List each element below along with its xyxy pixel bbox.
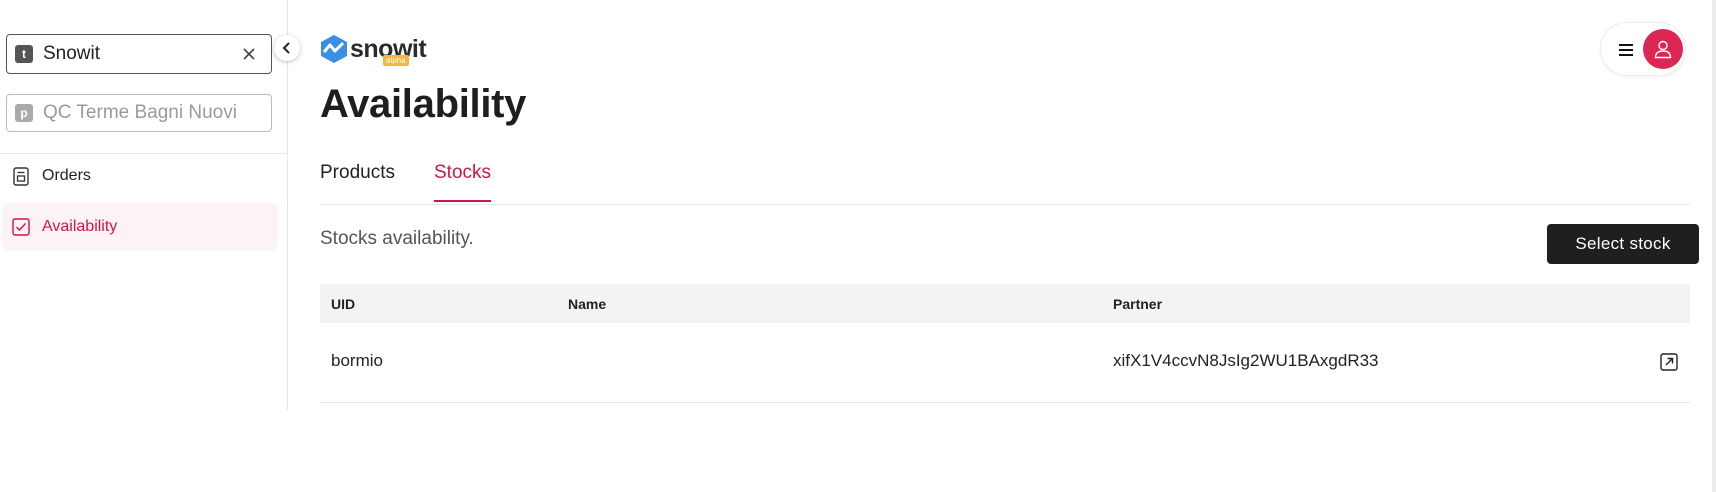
app-logo[interactable]: snowit alpha: [320, 34, 427, 66]
page: t Snowit p QC Terme Bagni Nuovi Orders A…: [0, 0, 1716, 492]
external-link-icon: [1660, 353, 1678, 371]
close-icon: [243, 48, 255, 60]
sidebar-item-label: Availability: [42, 218, 118, 235]
tab-stocks[interactable]: Stocks: [434, 162, 492, 202]
user-menu: [1600, 22, 1686, 76]
page-title: Availability: [320, 82, 527, 126]
project-selector[interactable]: p QC Terme Bagni Nuovi: [6, 94, 272, 132]
user-icon: [1654, 40, 1672, 59]
clear-tenant-button[interactable]: [235, 40, 263, 68]
sidebar-item-label: Orders: [42, 167, 91, 184]
column-header-partner: Partner: [1113, 295, 1163, 312]
select-stock-button[interactable]: Select stock: [1547, 224, 1699, 264]
project-placeholder[interactable]: QC Terme Bagni Nuovi: [43, 102, 237, 124]
snowit-logo-icon: [321, 35, 347, 63]
menu-button[interactable]: [1615, 39, 1637, 61]
avatar[interactable]: [1643, 29, 1683, 69]
sidebar-item-orders[interactable]: Orders: [2, 152, 278, 200]
table-row[interactable]: bormio xifX1V4ccvN8JsIg2WU1BAxgdR33: [320, 323, 1690, 403]
project-badge: p: [15, 104, 33, 122]
sidebar-item-availability[interactable]: Availability: [2, 203, 278, 251]
tenant-value[interactable]: Snowit: [43, 43, 235, 65]
open-stock-button[interactable]: [1658, 351, 1680, 373]
cell-uid: bormio: [331, 351, 383, 370]
column-header-name: Name: [568, 295, 607, 312]
column-header-uid: UID: [331, 295, 356, 312]
hamburger-icon: [1619, 44, 1633, 56]
tabs: Products Stocks: [320, 150, 1690, 205]
tenant-selector[interactable]: t Snowit: [6, 34, 272, 74]
table-header: UID Name Partner: [320, 284, 1690, 323]
tenant-badge: t: [15, 45, 33, 63]
section-description: Stocks availability.: [320, 228, 474, 249]
chevron-left-icon: [282, 42, 290, 54]
sidebar: t Snowit p QC Terme Bagni Nuovi Orders A…: [0, 0, 288, 410]
checkbox-icon: [11, 217, 31, 237]
window-edge: [1712, 0, 1716, 492]
collapse-sidebar-button[interactable]: [274, 35, 300, 61]
alpha-badge: alpha: [383, 55, 409, 66]
document-icon: [11, 166, 31, 186]
tab-products[interactable]: Products: [320, 162, 395, 200]
stocks-table: UID Name Partner bormio xifX1V4ccvN8JsIg…: [320, 284, 1690, 403]
cell-partner: xifX1V4ccvN8JsIg2WU1BAxgdR33: [1113, 351, 1379, 370]
